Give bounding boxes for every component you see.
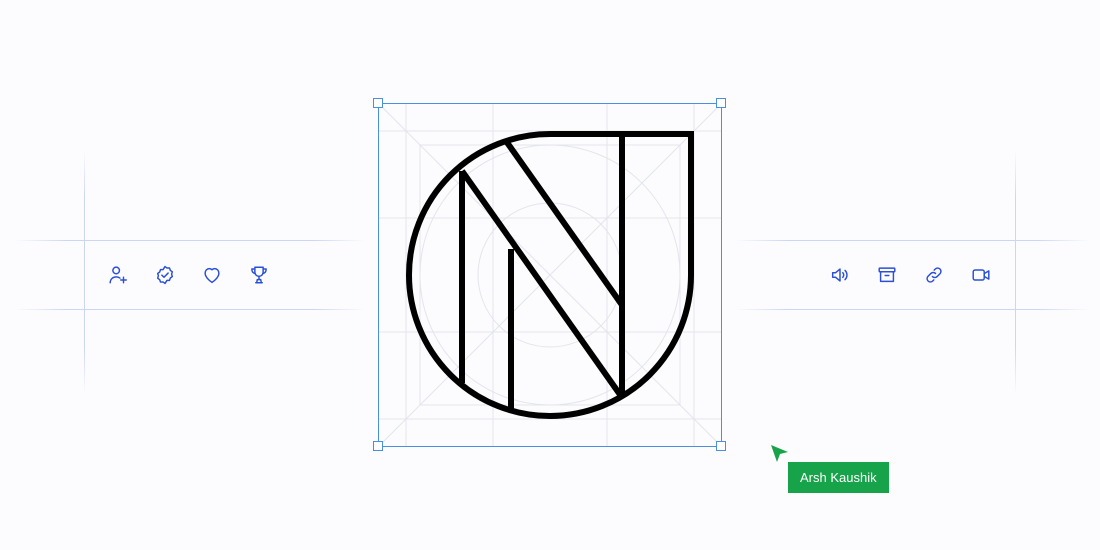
user-plus-icon[interactable] <box>105 262 131 288</box>
right-icon-row <box>827 262 1015 288</box>
collaborator-name-tag: Arsh Kaushik <box>788 462 889 493</box>
video-camera-icon[interactable] <box>968 262 994 288</box>
resize-handle-top-left[interactable] <box>373 98 383 108</box>
heart-icon[interactable] <box>199 262 225 288</box>
trophy-icon[interactable] <box>246 262 272 288</box>
selection-box[interactable] <box>378 103 722 447</box>
volume-icon[interactable] <box>827 262 853 288</box>
resize-handle-bottom-right[interactable] <box>716 441 726 451</box>
guide-line-vertical-right <box>1015 150 1016 395</box>
design-canvas[interactable]: Arsh Kaushik <box>0 0 1100 550</box>
archive-icon[interactable] <box>874 262 900 288</box>
guide-line-horizontal-bottom-left <box>15 309 365 310</box>
guide-line-vertical-left <box>84 150 85 395</box>
resize-handle-bottom-left[interactable] <box>373 441 383 451</box>
guide-line-horizontal-bottom-right <box>735 309 1090 310</box>
link-icon[interactable] <box>921 262 947 288</box>
resize-handle-top-right[interactable] <box>716 98 726 108</box>
verified-badge-icon[interactable] <box>152 262 178 288</box>
collaborator-cursor-icon <box>771 445 788 462</box>
left-icon-row <box>105 262 293 288</box>
guide-line-horizontal-top-right <box>735 240 1090 241</box>
guide-line-horizontal-top-left <box>15 240 365 241</box>
